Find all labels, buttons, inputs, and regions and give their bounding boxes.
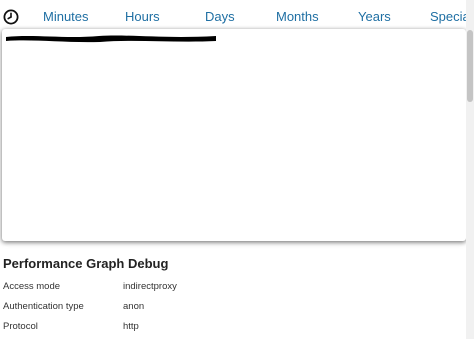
debug-value: indirectproxy: [123, 281, 177, 292]
debug-title: Performance Graph Debug: [3, 256, 169, 271]
debug-key: Protocol: [3, 321, 38, 332]
debug-row-protocol: Protocol http: [3, 321, 453, 337]
page-scrollbar-thumb[interactable]: [467, 30, 473, 102]
graph-panel: [2, 29, 466, 241]
tab-days[interactable]: Days: [205, 9, 235, 24]
debug-key: Access mode: [3, 281, 61, 292]
redaction-mark: [6, 35, 216, 43]
tab-minutes[interactable]: Minutes: [43, 9, 89, 24]
clock-icon[interactable]: [3, 9, 19, 25]
tab-hours[interactable]: Hours: [125, 9, 160, 24]
debug-row-access-mode: Access mode indirectproxy: [3, 281, 453, 297]
time-range-tabbar: Minutes Hours Days Months Years Specia: [0, 0, 470, 32]
debug-value: http: [123, 321, 139, 332]
debug-key: Authentication type: [3, 301, 84, 312]
tab-years[interactable]: Years: [358, 9, 391, 24]
tab-months[interactable]: Months: [276, 9, 319, 24]
tab-special[interactable]: Specia: [430, 9, 470, 24]
debug-value: anon: [123, 301, 145, 312]
debug-row-authentication-type: Authentication type anon: [3, 301, 453, 317]
page: Minutes Hours Days Months Years Specia P…: [0, 0, 474, 339]
